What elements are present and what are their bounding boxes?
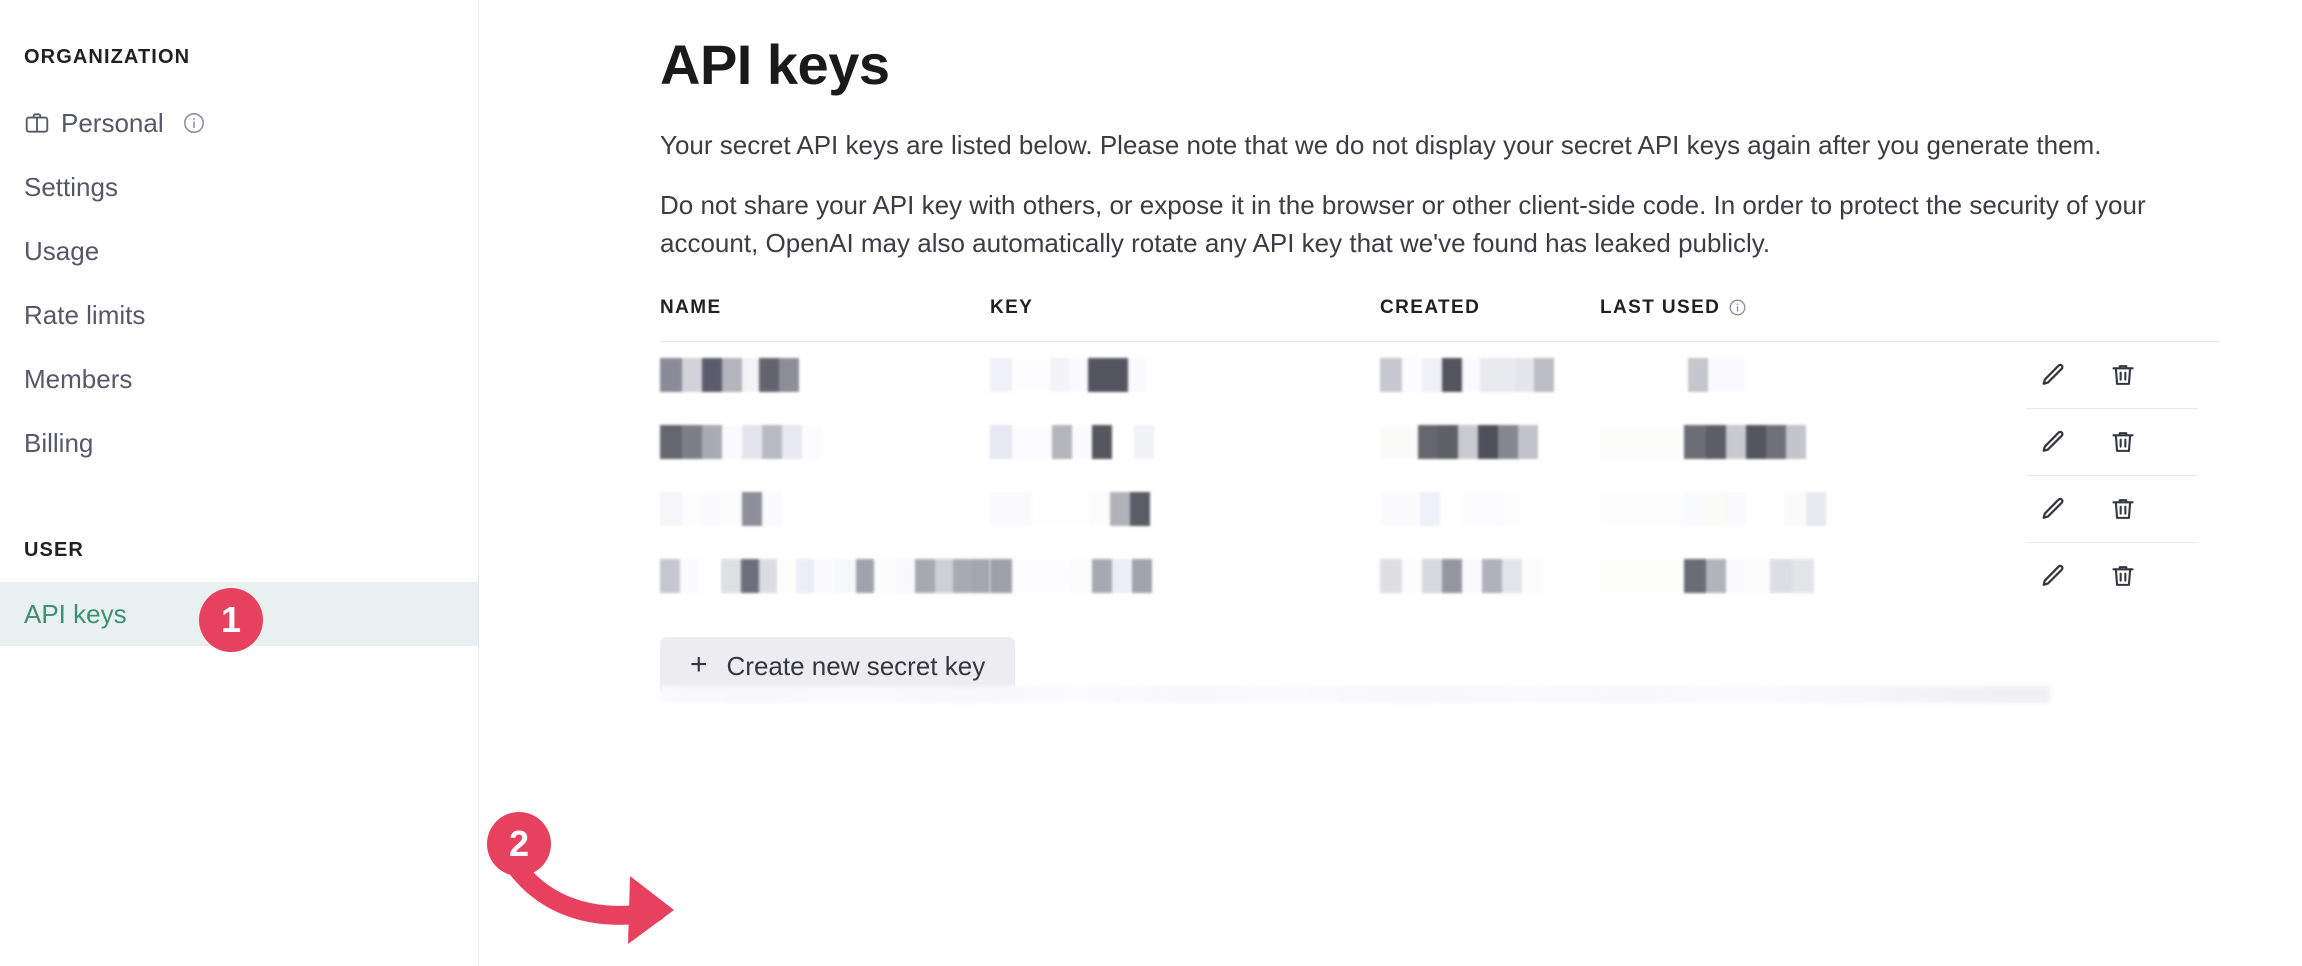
cell-name [660,476,990,542]
sidebar-section-organization: ORGANIZATION [24,46,191,68]
trash-icon[interactable] [2108,427,2138,457]
redacted-value [660,357,990,392]
cell-last-used [1600,476,2000,542]
table-row[interactable] [660,543,2220,609]
column-header-label: CREATED [1380,296,1481,318]
cell-name [660,543,990,609]
sidebar-item-label: Usage [24,236,100,266]
main-content: API keys Your secret API keys are listed… [479,0,2302,966]
sidebar-section-user: USER [24,539,84,561]
redacted-value [1380,558,1600,593]
column-header-label: NAME [660,296,722,318]
sidebar-item-rate-limits[interactable]: Rate limits [0,283,478,347]
table-row[interactable] [660,342,2220,408]
sidebar-item-members[interactable]: Members [0,347,478,411]
redacted-value [660,558,990,593]
cell-actions [2000,543,2220,609]
cell-name [660,342,990,408]
redacted-value [660,491,990,526]
info-icon[interactable] [1728,298,1747,317]
sidebar-item-label: Billing [24,428,94,458]
trash-icon[interactable] [2108,360,2138,390]
redacted-value [1600,491,2000,526]
redacted-value [990,558,1380,593]
sidebar-item-billing[interactable]: Billing [0,411,478,475]
cell-created [1380,342,1600,408]
cell-created [1380,476,1600,542]
pencil-icon[interactable] [2038,494,2068,524]
create-new-secret-key-label: Create new secret key [726,650,986,681]
cell-actions [2000,342,2220,408]
redacted-value [990,424,1380,459]
sidebar-item-usage[interactable]: Usage [0,219,478,283]
sidebar-item-label: API keys [24,599,127,629]
cell-last-used [1600,409,2000,475]
redacted-value [1600,357,2000,392]
cell-actions [2000,476,2220,542]
annotation-badge-1: 1 [199,588,263,652]
sidebar-item-label: Settings [24,172,118,202]
intro-paragraph-2: Do not share your API key with others, o… [660,189,2146,258]
cell-key [990,543,1380,609]
briefcase-icon [24,110,50,136]
table-header: NAME KEY CREATED LAST USED [660,297,2220,341]
pencil-icon[interactable] [2038,427,2068,457]
redacted-value [1380,424,1600,459]
cell-key [990,476,1380,542]
redacted-value [660,424,990,459]
pencil-icon[interactable] [2038,360,2068,390]
table-row[interactable] [660,476,2220,542]
cell-last-used [1600,543,2000,609]
redacted-value [990,357,1380,392]
redacted-value [990,491,1380,526]
page-title: API keys [660,33,890,96]
annotation-badge-2: 2 [487,812,551,876]
redacted-value [1600,424,2000,459]
sidebar: ORGANIZATION Personal Settings Usage Rat… [0,0,479,966]
redacted-row-band [660,686,2050,703]
column-header-actions [2000,297,2220,341]
sidebar-item-personal[interactable]: Personal [0,91,478,155]
redacted-value [1380,491,1600,526]
cell-created [1380,543,1600,609]
column-header-last-used: LAST USED [1600,297,2000,341]
table-body [660,340,2220,609]
table-row[interactable] [660,409,2220,475]
column-header-created: CREATED [1380,297,1600,341]
column-header-label: KEY [990,296,1034,318]
sidebar-item-label: Rate limits [24,300,146,330]
info-icon[interactable] [182,111,206,135]
intro-paragraph-1: Your secret API keys are listed below. P… [660,129,2102,160]
cell-key [990,342,1380,408]
sidebar-item-label: Personal [61,108,164,138]
sidebar-item-settings[interactable]: Settings [0,155,478,219]
column-header-key: KEY [990,297,1380,341]
trash-icon[interactable] [2108,494,2138,524]
pencil-icon[interactable] [2038,561,2068,591]
cell-actions [2000,409,2220,475]
trash-icon[interactable] [2108,561,2138,591]
column-header-label: LAST USED [1600,296,1721,318]
cell-last-used [1600,342,2000,408]
redacted-value [1380,357,1600,392]
api-keys-table: NAME KEY CREATED LAST USED [660,297,2220,609]
cell-name [660,409,990,475]
plus-icon: + [690,647,708,681]
cell-created [1380,409,1600,475]
api-keys-page: ORGANIZATION Personal Settings Usage Rat… [0,0,2302,966]
sidebar-item-label: Members [24,364,133,394]
redacted-value [1600,558,2000,593]
column-header-name: NAME [660,297,990,341]
cell-key [990,409,1380,475]
